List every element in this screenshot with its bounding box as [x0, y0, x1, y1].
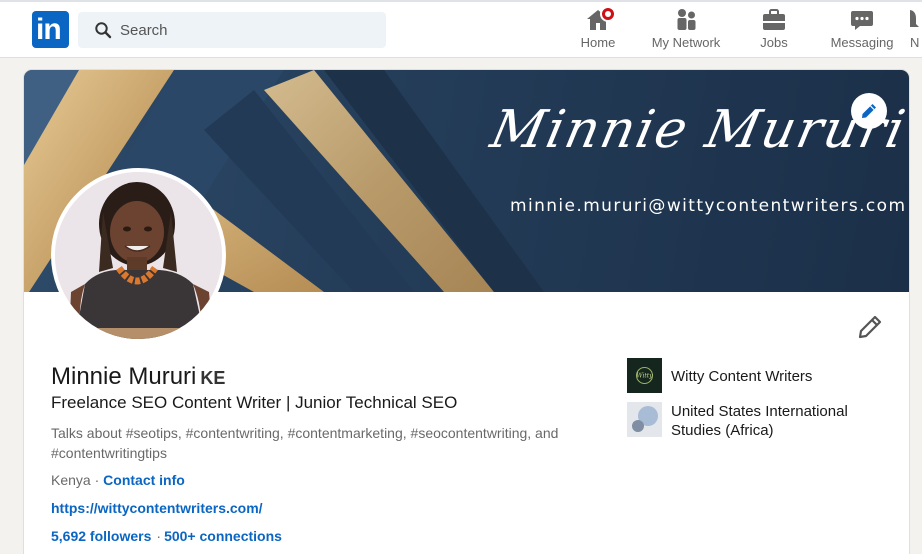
- messaging-icon: [851, 11, 873, 30]
- window-top-border: [0, 0, 922, 2]
- org-name-company: Witty Content Writers: [671, 368, 813, 385]
- edit-banner-button[interactable]: [851, 93, 887, 129]
- network-counts: 5,692 followers · 500+ connections: [51, 528, 282, 544]
- pencil-icon: [862, 104, 876, 118]
- counts-separator: ·: [156, 528, 162, 544]
- notification-badge: [600, 6, 616, 22]
- profile-location-row: Kenya · Contact info: [51, 472, 185, 488]
- nav-item-notifications[interactable]: N: [910, 6, 922, 54]
- website-link[interactable]: https://wittycontentwriters.com/: [51, 500, 263, 516]
- profile-location: Kenya: [51, 472, 91, 488]
- profile-name-row: Minnie Mururi KE: [51, 363, 225, 391]
- linkedin-logo[interactable]: in: [32, 11, 69, 48]
- profile-name: Minnie Mururi: [51, 363, 197, 390]
- nav-label-my-network: My Network: [651, 35, 721, 50]
- briefcase-icon: [763, 9, 785, 30]
- nav-item-home[interactable]: Home: [572, 6, 624, 54]
- profile-hashtags: Talks about #seotips, #contentwriting, #…: [51, 425, 559, 461]
- search-box[interactable]: [78, 12, 386, 48]
- nav-item-jobs[interactable]: Jobs: [754, 6, 794, 54]
- profile-photo-image: [55, 172, 222, 339]
- profile-card: Minnie Mururi minnie.mururi@wittycontent…: [24, 70, 909, 554]
- nav-label-jobs: Jobs: [760, 35, 788, 50]
- followers-link[interactable]: 5,692 followers: [51, 528, 151, 544]
- banner-email: minnie.mururi@wittycontentwriters.com: [510, 196, 907, 216]
- country-badge: KE: [200, 368, 226, 388]
- location-separator: ·: [94, 472, 100, 488]
- school-logo: [627, 402, 662, 437]
- banner-signature: Minnie Mururi: [485, 100, 909, 160]
- profile-website-row: https://wittycontentwriters.com/: [51, 500, 263, 516]
- notifications-icon: [910, 10, 919, 27]
- company-logo-text: Witty: [636, 373, 653, 380]
- network-icon: [677, 9, 696, 30]
- top-navigation-bar: in Home My Network Jobs: [0, 0, 922, 58]
- nav-label-home: Home: [580, 35, 616, 50]
- nav-item-messaging[interactable]: Messaging: [828, 6, 896, 54]
- pencil-icon: [858, 315, 882, 339]
- search-input[interactable]: [120, 12, 370, 48]
- connections-link[interactable]: 500+ connections: [164, 528, 282, 544]
- logo-text: in: [36, 13, 62, 46]
- profile-photo[interactable]: [51, 168, 226, 343]
- company-logo: Witty: [627, 358, 662, 393]
- nav-label-messaging: Messaging: [830, 35, 894, 50]
- edit-profile-button[interactable]: [857, 314, 883, 340]
- nav-label-notifications: N: [910, 35, 920, 50]
- profile-headline: Freelance SEO Content Writer | Junior Te…: [51, 393, 458, 412]
- org-name-school: United States International Studies (Afr…: [671, 403, 848, 439]
- search-icon: [95, 22, 112, 39]
- nav-item-my-network[interactable]: My Network: [648, 6, 724, 54]
- contact-info-link[interactable]: Contact info: [103, 472, 185, 488]
